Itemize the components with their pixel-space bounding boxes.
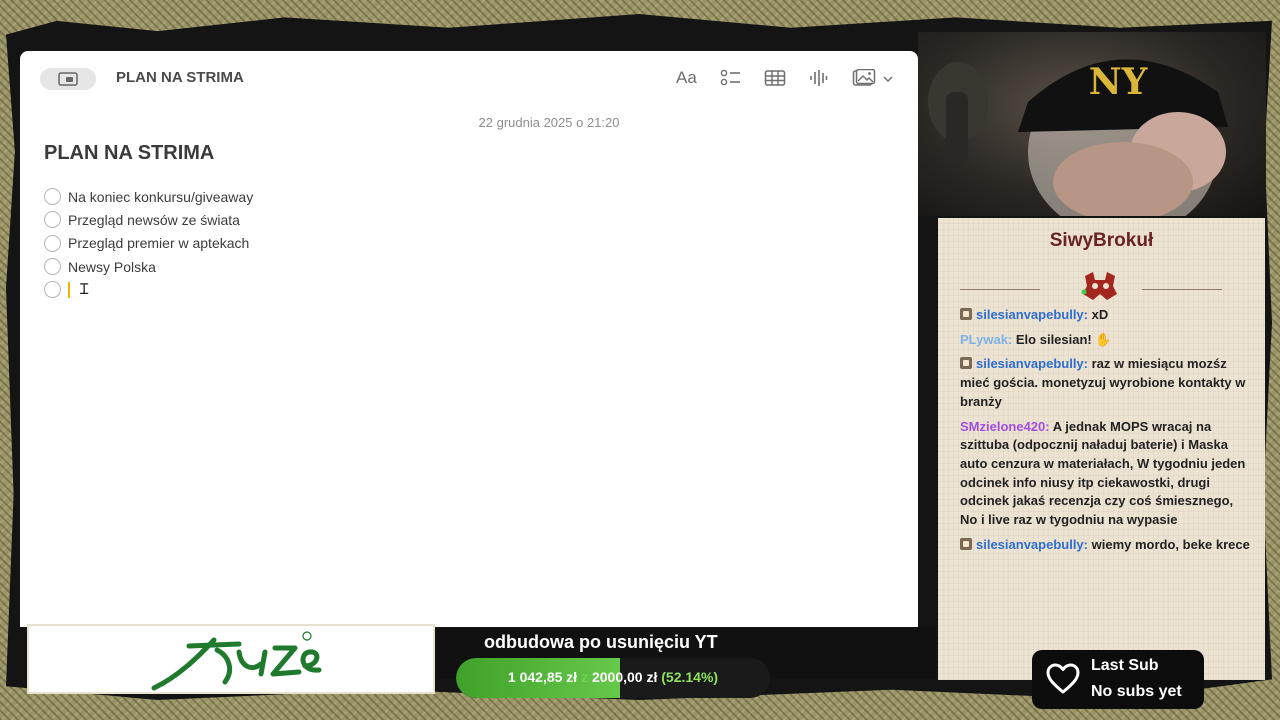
media-icon: [852, 68, 876, 86]
sponsor-logo-icon: [151, 631, 322, 691]
chat-message: SMzielone420: A jednak MOPS wracaj na sz…: [960, 418, 1246, 528]
last-sub-widget: Last Sub No subs yet: [1032, 650, 1204, 709]
format-icon: Aa: [676, 68, 697, 87]
heart-icon: [1046, 663, 1080, 694]
ibeam-cursor-icon: Ɪ: [80, 281, 89, 299]
checkbox[interactable]: [44, 234, 61, 252]
goal-progress-bar: 1 042,85 zł z 2000,00 zł (52.14%): [456, 658, 770, 698]
checklist-item-empty[interactable]: Ɪ: [44, 278, 253, 301]
chat-text: wiemy mordo, beke krece: [1091, 536, 1250, 552]
chat-text: Elo silesian! ✋: [1015, 331, 1112, 347]
sub-badge-icon: [960, 308, 972, 320]
checkbox[interactable]: [44, 211, 61, 229]
format-button[interactable]: Aa: [676, 68, 697, 88]
goal-title: odbudowa po usunięciu YT: [484, 632, 718, 652]
channel-logo-icon: [1081, 272, 1117, 300]
goal-separator: z: [581, 669, 589, 685]
notes-toolbar: PLAN NA STRIMA Aa: [20, 51, 918, 107]
last-sub-value: No subs yet: [1091, 683, 1182, 700]
checklist-item[interactable]: Przegląd premier w aptekach: [44, 232, 253, 255]
notes-window: PLAN NA STRIMA Aa 22 grudnia 2025 o 21:2…: [20, 51, 918, 627]
text-caret: [68, 281, 70, 298]
goal-progress-text: 1 042,85 zł z 2000,00 zł (52.14%): [456, 669, 770, 685]
sidebar-toggle-button[interactable]: [40, 68, 96, 90]
chevron-down-icon: [883, 76, 893, 83]
window-title: PLAN NA STRIMA: [116, 69, 244, 86]
chat-username[interactable]: silesianvapebully: [976, 307, 1084, 322]
checklist: Na koniec konkursu/giveaway Przegląd new…: [44, 185, 253, 301]
table-icon: [764, 70, 786, 86]
webcam-feed: NY: [918, 32, 1266, 216]
checklist-icon: [720, 69, 740, 86]
checklist-item[interactable]: Na koniec konkursu/giveaway: [44, 185, 253, 208]
chat-text: xD: [1091, 307, 1109, 322]
chat-username[interactable]: SMzielone420: [960, 419, 1045, 434]
streamer-silhouette-icon: NY: [928, 59, 1228, 216]
media-button[interactable]: [852, 68, 893, 92]
checklist-item-text[interactable]: Przegląd premier w aptekach: [68, 235, 249, 251]
audio-button[interactable]: [808, 68, 828, 93]
sub-badge-icon: [960, 357, 972, 370]
checklist-item[interactable]: Newsy Polska: [44, 255, 253, 278]
goal-current: 1 042,85 zł: [507, 669, 578, 685]
chat-message: silesianvapebully: raz w miesiącu mozśz …: [960, 356, 1246, 409]
table-button[interactable]: [764, 69, 786, 92]
divider: [1142, 289, 1222, 290]
chat-username[interactable]: PLywak: [960, 332, 1008, 347]
svg-text:NY: NY: [1089, 61, 1149, 103]
divider: [960, 289, 1040, 290]
sidebar-icon: [58, 72, 78, 86]
checklist-item-text[interactable]: Na koniec konkursu/giveaway: [68, 189, 253, 205]
checkbox[interactable]: [44, 188, 61, 206]
last-sub-title: Last Sub: [1091, 657, 1159, 674]
audio-icon: [810, 70, 828, 86]
goal-percent: (52.14%): [661, 669, 719, 685]
chat-message: silesianvapebully: xD: [960, 306, 1252, 325]
chat-username[interactable]: silesianvapebully: [976, 537, 1084, 552]
checklist-item-text[interactable]: Przegląd newsów ze świata: [68, 212, 240, 228]
chat-username[interactable]: silesianvapebully: [976, 356, 1084, 371]
note-title[interactable]: PLAN NA STRIMA: [44, 142, 214, 165]
goal-target: 2000,00 zł: [591, 669, 658, 685]
sub-badge-icon: [960, 537, 972, 550]
checkbox[interactable]: [44, 281, 61, 299]
chat-channel-name: SiwyBrokuł: [1049, 230, 1154, 251]
chat-panel: SiwyBrokuł silesianvapebully: xD PLywak:…: [938, 218, 1265, 680]
chat-messages: silesianvapebully: xD PLywak: Elo silesi…: [960, 306, 1252, 560]
checklist-item[interactable]: Przegląd newsów ze świata: [44, 208, 253, 231]
sponsor-logo-box: [27, 624, 435, 694]
checklist-item-text[interactable]: Newsy Polska: [68, 259, 156, 275]
chat-message: PLywak: Elo silesian! ✋: [960, 331, 1112, 347]
note-date: 22 grudnia 2025 o 21:20: [478, 115, 620, 130]
checklist-button[interactable]: [720, 69, 742, 92]
chat-text: A jednak MOPS wracaj na szittuba (odpocz…: [960, 418, 1246, 528]
checkbox[interactable]: [44, 258, 61, 276]
chat-message: silesianvapebully: wiemy mordo, beke kre…: [960, 536, 1252, 555]
